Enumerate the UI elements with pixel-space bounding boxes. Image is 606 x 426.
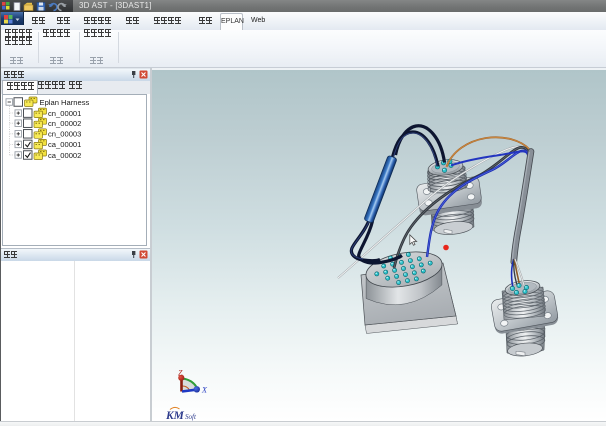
- svg-text:Soft: Soft: [185, 413, 197, 421]
- svg-text:Z: Z: [178, 369, 183, 378]
- svg-text:Eplan Harness: Eplan Harness: [40, 97, 90, 106]
- svg-text:cn_00001: cn_00001: [48, 108, 81, 117]
- svg-text:cn_00003: cn_00003: [48, 129, 81, 138]
- svg-text:cn_00002: cn_00002: [48, 119, 81, 128]
- svg-text:KM: KM: [165, 410, 185, 421]
- svg-text:X: X: [201, 386, 208, 395]
- svg-text:ca_00002: ca_00002: [48, 150, 81, 159]
- svg-text:ca_00001: ca_00001: [48, 140, 81, 149]
